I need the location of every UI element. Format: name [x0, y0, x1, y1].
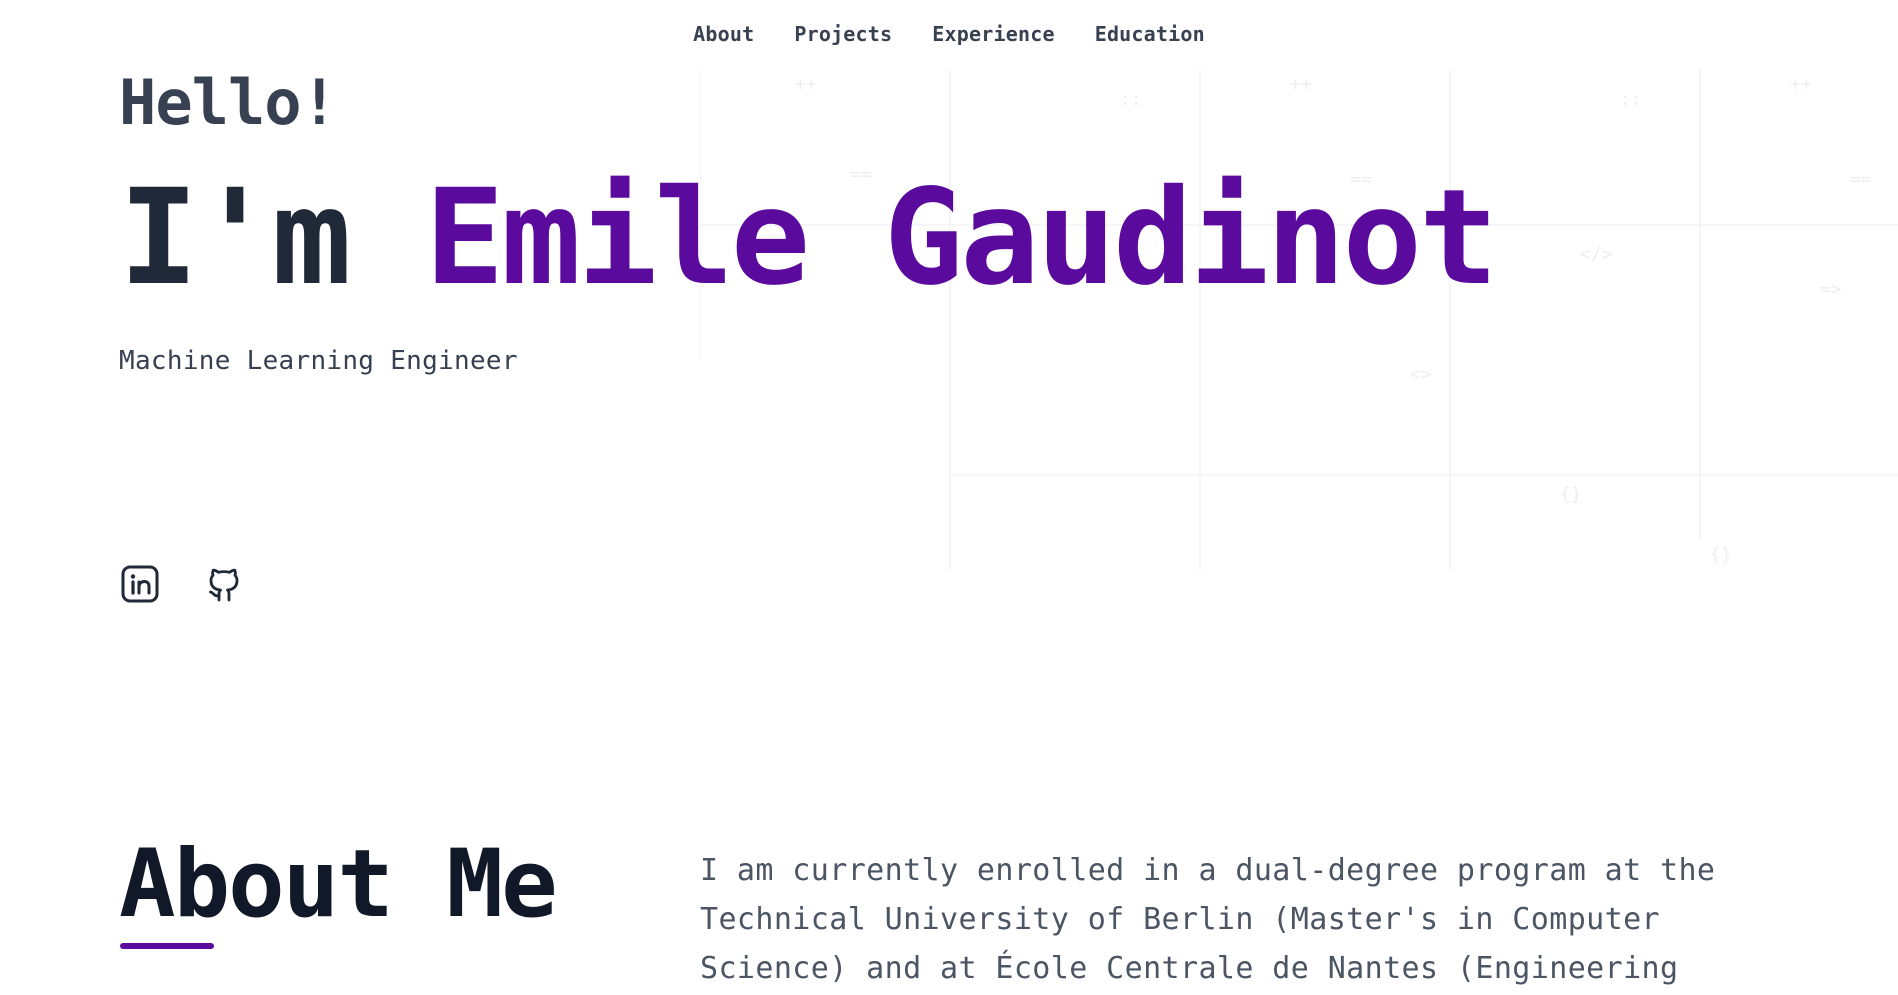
nav-items: About Projects Experience Education — [693, 22, 1205, 46]
social-links — [120, 564, 244, 604]
svg-text:::: :: — [1620, 89, 1642, 110]
github-link[interactable] — [204, 564, 244, 604]
linkedin-link[interactable] — [120, 564, 160, 604]
svg-text:{}: {} — [1710, 544, 1732, 565]
about-description: I am currently enrolled in a dual-degree… — [700, 853, 1716, 986]
hero-greeting: Hello! — [119, 66, 338, 139]
hero-name: Emile Gaudinot — [424, 161, 1499, 315]
svg-text:==: == — [1850, 169, 1872, 190]
hero-intro-prefix: I'm — [119, 161, 425, 315]
svg-text:++: ++ — [795, 74, 817, 95]
github-icon — [209, 568, 239, 602]
svg-text:{}: {} — [1560, 484, 1582, 505]
svg-text:</>: </> — [1580, 244, 1613, 265]
nav-item-projects[interactable]: Projects — [794, 22, 892, 46]
background-grid-decoration: ++ :: ++ :: ++ == == == </> => <> {} {} — [700, 70, 1898, 570]
svg-text:<>: <> — [1410, 364, 1432, 385]
page: ++ :: ++ :: ++ == == == </> => <> {} {} … — [0, 0, 1898, 995]
about-section-title: About Me — [119, 830, 558, 939]
nav-item-about[interactable]: About — [693, 22, 754, 46]
svg-text:::: :: — [1120, 89, 1142, 110]
hero-headline: I'm Emile Gaudinot — [119, 172, 1498, 304]
nav-item-education[interactable]: Education — [1095, 22, 1205, 46]
svg-text:++: ++ — [1290, 74, 1312, 95]
top-navigation: About Projects Experience Education — [0, 22, 1898, 46]
about-title-underline — [120, 943, 214, 949]
svg-text:=>: => — [1820, 279, 1842, 300]
svg-text:++: ++ — [1790, 74, 1812, 95]
linkedin-icon — [121, 565, 159, 603]
nav-item-experience[interactable]: Experience — [932, 22, 1054, 46]
hero-role: Machine Learning Engineer — [119, 346, 518, 376]
